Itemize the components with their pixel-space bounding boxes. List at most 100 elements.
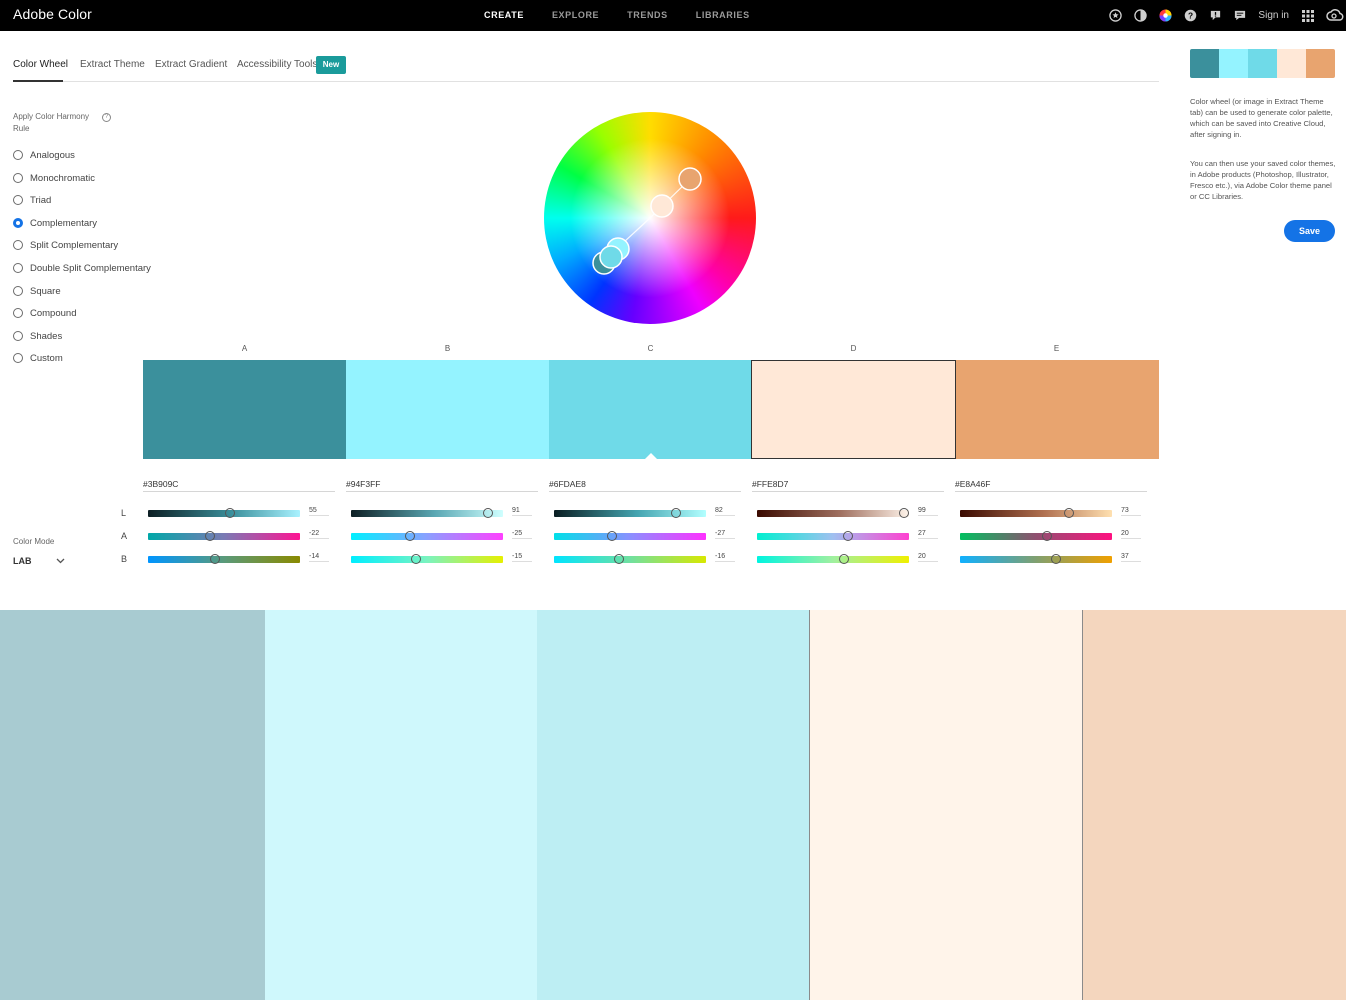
rule-double-split-complementary[interactable]: Double Split Complementary [13,261,151,275]
swatch-e[interactable] [956,360,1159,459]
slider-thumb[interactable] [606,531,617,541]
slider-thumb[interactable] [614,554,625,564]
rule-square[interactable]: Square [13,284,61,298]
creative-cloud-icon[interactable] [1326,9,1344,23]
slider-thumb[interactable] [1041,531,1052,541]
hex-input-b[interactable]: #94F3FF [346,476,538,492]
slider-b-b[interactable] [351,554,503,564]
color-mode-select[interactable]: LAB [13,554,65,568]
slider-thumb[interactable] [899,508,910,518]
slider-value-a-a[interactable]: -22 [309,530,329,539]
slider-value-b-e[interactable]: 37 [1121,553,1141,562]
slider-thumb[interactable] [1050,554,1061,564]
preview-column-e [1082,610,1346,1000]
star-badge-icon[interactable] [1108,9,1122,23]
mini-swatch-d [1277,49,1306,78]
apps-grid-icon[interactable] [1301,9,1315,23]
slider-thumb[interactable] [843,531,854,541]
slider-value-b-a[interactable]: -14 [309,553,329,562]
slider-a-e[interactable] [960,531,1112,541]
slider-l-c[interactable] [554,508,706,518]
swatch-b[interactable] [346,360,549,459]
radio-icon[interactable] [13,240,23,250]
radio-icon[interactable] [13,173,23,183]
hex-input-e[interactable]: #E8A46F [955,476,1147,492]
slider-thumb[interactable] [405,531,416,541]
slider-b-d[interactable] [757,554,909,564]
slider-a-b[interactable] [351,531,503,541]
tab-accessibility-tools[interactable]: Accessibility Tools [237,59,317,70]
slider-thumb[interactable] [1064,508,1075,518]
nav-trends[interactable]: TRENDS [627,10,668,20]
slider-a-d[interactable] [757,531,909,541]
tab-color-wheel[interactable]: Color Wheel [13,59,68,70]
tab-extract-gradient[interactable]: Extract Gradient [155,59,227,70]
hex-input-a[interactable]: #3B909C [143,476,335,492]
swatch-a[interactable] [143,360,346,459]
slider-a-a[interactable] [148,531,300,541]
slider-l-b[interactable] [351,508,503,518]
dark-mode-icon[interactable] [1133,9,1147,23]
slider-value-a-c[interactable]: -27 [715,530,735,539]
radio-icon[interactable] [13,308,23,318]
nav-explore[interactable]: EXPLORE [552,10,599,20]
slider-l-e[interactable] [960,508,1112,518]
slider-l-a[interactable] [148,508,300,518]
rule-compound[interactable]: Compound [13,306,76,320]
rule-custom[interactable]: Custom [13,351,63,365]
color-wheel[interactable] [544,112,756,324]
slider-value-a-d[interactable]: 27 [918,530,938,539]
nav-create[interactable]: CREATE [484,10,524,20]
feedback-icon[interactable] [1208,9,1222,23]
app-title[interactable]: Adobe Color [13,6,92,22]
chat-icon[interactable] [1233,9,1247,23]
slider-b-c[interactable] [554,554,706,564]
radio-icon[interactable] [13,353,23,363]
rule-triad[interactable]: Triad [13,193,51,207]
swatch-c[interactable] [549,360,752,459]
rule-shades[interactable]: Shades [13,329,62,343]
slider-value-l-d[interactable]: 99 [918,507,938,516]
slider-value-b-d[interactable]: 20 [918,553,938,562]
slider-value-b-c[interactable]: -16 [715,553,735,562]
slider-thumb[interactable] [225,508,236,518]
slider-a-c[interactable] [554,531,706,541]
slider-value-l-b[interactable]: 91 [512,507,532,516]
slider-thumb[interactable] [838,554,849,564]
radio-icon[interactable] [13,195,23,205]
save-button[interactable]: Save [1284,220,1335,242]
sign-in-link[interactable]: Sign in [1258,10,1289,21]
radio-checked-icon[interactable] [13,218,23,228]
color-wheel-icon[interactable] [1158,9,1172,23]
slider-value-l-e[interactable]: 73 [1121,507,1141,516]
slider-thumb[interactable] [209,554,220,564]
radio-icon[interactable] [13,286,23,296]
radio-icon[interactable] [13,150,23,160]
slider-l-d[interactable] [757,508,910,518]
slider-thumb[interactable] [411,554,422,564]
slider-value-a-e[interactable]: 20 [1121,530,1141,539]
slider-value-b-b[interactable]: -15 [512,553,532,562]
slider-b-e[interactable] [960,554,1112,564]
slider-thumb[interactable] [670,508,681,518]
slider-b-a[interactable] [148,554,300,564]
hex-input-c[interactable]: #6FDAE8 [549,476,741,492]
info-text-2: You can then use your saved color themes… [1190,159,1336,201]
rule-split-complementary[interactable]: Split Complementary [13,238,118,252]
harmony-help-icon[interactable]: ? [102,113,111,122]
help-icon[interactable]: ? [1183,9,1197,23]
rule-analogous[interactable]: Analogous [13,148,75,162]
swatch-d[interactable] [751,360,956,459]
slider-value-a-b[interactable]: -25 [512,530,532,539]
slider-value-l-c[interactable]: 82 [715,507,735,516]
radio-icon[interactable] [13,263,23,273]
slider-thumb[interactable] [205,531,216,541]
hex-input-d[interactable]: #FFE8D7 [752,476,944,492]
nav-libraries[interactable]: LIBRARIES [696,10,750,20]
slider-value-l-a[interactable]: 55 [309,507,329,516]
tab-extract-theme[interactable]: Extract Theme [80,59,145,70]
rule-complementary[interactable]: Complementary [13,216,97,230]
radio-icon[interactable] [13,331,23,341]
slider-thumb[interactable] [482,508,493,518]
rule-monochromatic[interactable]: Monochromatic [13,171,95,185]
